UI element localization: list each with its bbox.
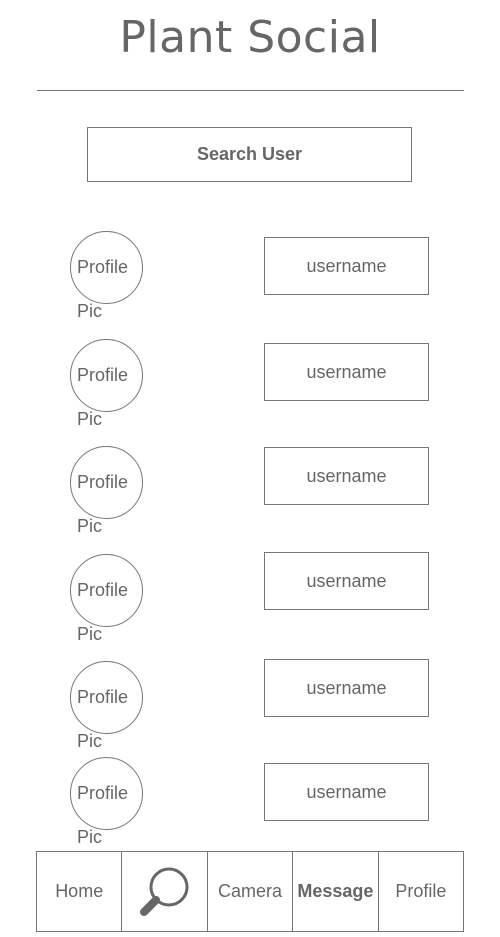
username-button[interactable]: username [264, 763, 429, 821]
username-button[interactable]: username [264, 237, 429, 295]
user-row: Profile Pic username [0, 446, 500, 536]
profile-pic-label-line1: Profile [77, 783, 129, 803]
user-row: Profile Pic username [0, 552, 500, 644]
profile-pic-label-line2: Pic [77, 827, 103, 847]
profile-pic-label-line1: Profile [77, 257, 129, 277]
nav-message[interactable]: Message [293, 852, 379, 931]
profile-pic[interactable]: Profile Pic [70, 446, 143, 536]
profile-pic-label-line1: Profile [77, 472, 129, 492]
username-button[interactable]: username [264, 659, 429, 717]
profile-pic[interactable]: Profile Pic [70, 554, 143, 644]
nav-home[interactable]: Home [37, 852, 123, 931]
username-button[interactable]: username [264, 447, 429, 505]
user-row: Profile Pic username [0, 339, 500, 429]
profile-pic-label-line2: Pic [77, 624, 103, 644]
user-row: Profile Pic username [0, 757, 500, 847]
title-divider [37, 90, 464, 91]
bottom-nav: Home Camera Message Profile [36, 851, 464, 932]
profile-pic-label-line2: Pic [77, 731, 103, 751]
profile-pic-label-line1: Profile [77, 687, 129, 707]
username-button[interactable]: username [264, 552, 429, 610]
profile-pic-label-line2: Pic [77, 409, 103, 429]
profile-pic-label-line2: Pic [77, 301, 103, 321]
search-user-button[interactable]: Search User [87, 127, 412, 182]
profile-pic[interactable]: Profile Pic [70, 339, 143, 429]
nav-search[interactable] [122, 852, 208, 931]
profile-pic-label-line1: Profile [77, 365, 129, 385]
user-row: Profile Pic username [0, 231, 500, 321]
profile-pic[interactable]: Profile Pic [70, 757, 143, 847]
nav-profile[interactable]: Profile [379, 852, 463, 931]
profile-pic[interactable]: Profile Pic [70, 231, 143, 321]
app-title: Plant Social [119, 12, 381, 63]
nav-camera[interactable]: Camera [208, 852, 294, 931]
profile-pic-label-line1: Profile [77, 580, 129, 600]
username-button[interactable]: username [264, 343, 429, 401]
user-row: Profile Pic username [0, 659, 500, 751]
profile-pic-label-line2: Pic [77, 516, 103, 536]
profile-pic[interactable]: Profile Pic [70, 661, 143, 751]
magnifier-icon [139, 867, 189, 916]
